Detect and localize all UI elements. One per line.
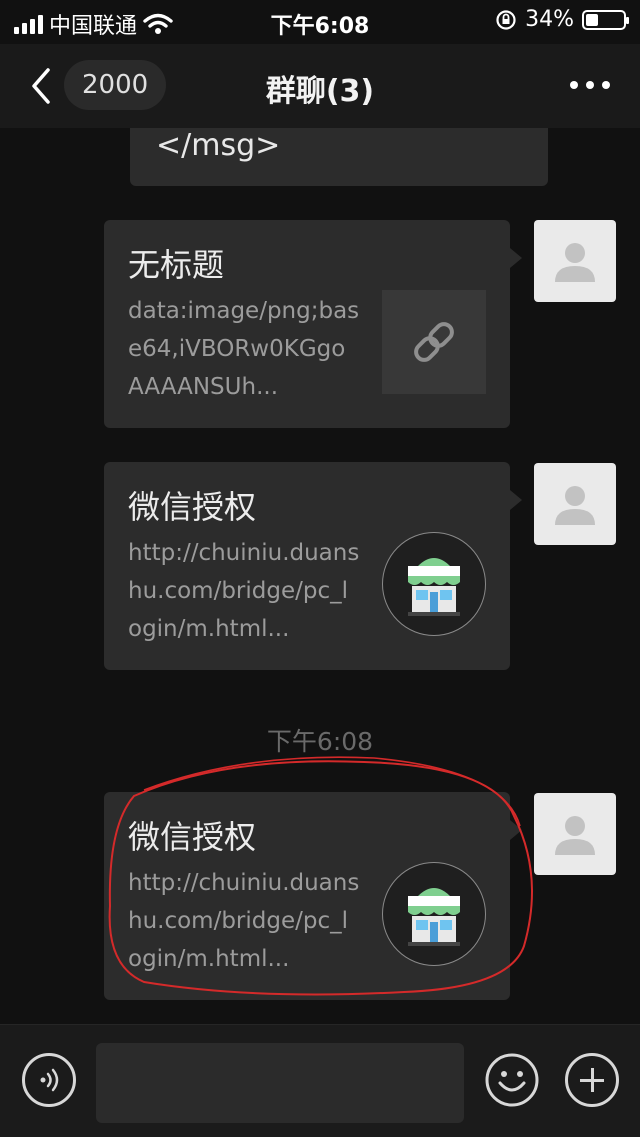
message-timestamp: 下午6:08 (266, 727, 374, 756)
more-options-icon[interactable] (570, 70, 616, 100)
link-card-message[interactable]: 无标题 data:image/png;base64,iVBORw0KGgoAAA… (104, 220, 522, 428)
voice-icon[interactable] (22, 1053, 76, 1107)
link-card-message[interactable]: 微信授权 http://chuiniu.duanshu.com/bridge/p… (104, 462, 522, 670)
battery-icon (582, 9, 629, 30)
message-input[interactable] (96, 1043, 464, 1123)
avatar[interactable] (534, 220, 616, 302)
card-title: 微信授权 (128, 488, 257, 526)
card-description: http://chuiniu.duanshu.com/bridge/pc_log… (128, 870, 360, 972)
card-title: 无标题 (128, 246, 225, 284)
previous-message-bubble[interactable]: </msg> (130, 128, 548, 186)
shop-icon (382, 862, 486, 966)
plus-icon[interactable] (565, 1053, 619, 1107)
chat-area[interactable]: </msg> 无标题 data:image/png;base64,iVBORw0… (0, 128, 640, 1024)
user-icon (555, 486, 595, 525)
link-icon (382, 290, 486, 394)
user-icon (555, 243, 595, 282)
rotation-lock-icon (496, 9, 516, 30)
card-description: http://chuiniu.duanshu.com/bridge/pc_log… (128, 540, 360, 642)
avatar[interactable] (534, 463, 616, 545)
battery-percent: 34% (525, 7, 574, 32)
link-card-message[interactable]: 微信授权 http://chuiniu.duanshu.com/bridge/p… (104, 792, 522, 1000)
card-description: data:image/png;base64,iVBORw0KGgoAAAANSU… (128, 298, 360, 400)
shop-icon (382, 532, 486, 636)
status-right: 34% (495, 7, 629, 32)
emoji-icon[interactable] (485, 1053, 539, 1107)
avatar[interactable] (534, 793, 616, 875)
user-icon (555, 816, 595, 855)
previous-message-text: </msg> (156, 128, 281, 163)
nav-bar: 2000 群聊(3) (0, 44, 640, 128)
card-title: 微信授权 (128, 818, 257, 856)
input-bar (0, 1024, 640, 1137)
status-bar: 中国联通 下午6:08 34% (0, 0, 640, 44)
chat-title: 群聊(3) (265, 74, 375, 109)
